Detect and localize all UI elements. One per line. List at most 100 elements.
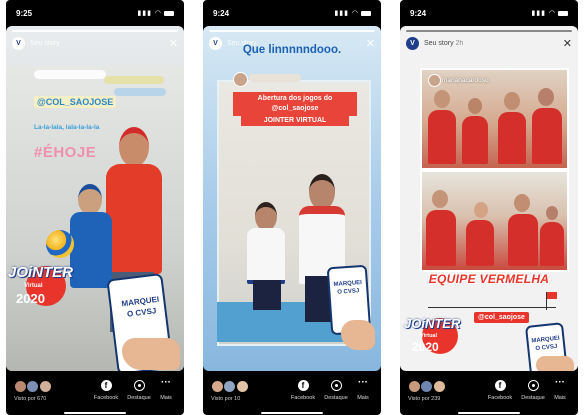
logo-subtitle: Virtual [24,283,43,289]
viewer-avatar [420,380,434,393]
child-head [255,202,277,231]
status-time: 9:24 [213,9,230,18]
highlight-icon [330,380,342,391]
person-red-shirt [428,110,456,164]
viewer-count[interactable]: Visto por 10 [211,396,240,402]
viewer-avatar [26,380,40,393]
mention-sticker[interactable]: @col_saojose [474,312,529,323]
close-icon[interactable]: ✕ [169,37,178,50]
credit-sticker [34,70,106,79]
home-indicator [458,412,520,414]
story-owner-name: Seu story [424,40,454,47]
story-progress-bar [209,30,375,32]
viewer-avatar [14,380,27,393]
story-screen-3: 9:24 ▮▮▮ ◠ V Seu story 2h ✕ marianacardo… [400,0,578,415]
signal-wifi-battery-icons: ▮▮▮ ◠ [137,9,174,17]
volleyball-image [46,230,74,258]
story-content[interactable]: V Seu story ✕ @COL_SAOJOSE La-la-lala, l… [6,26,184,371]
signal-wifi-battery-icons: ▮▮▮ ◠ [531,9,568,17]
logo-subtitle: Virtual [420,333,438,339]
more-label: Mais [357,395,369,401]
viewer-avatar [38,380,52,393]
highlight-button[interactable]: Destaque [513,380,553,401]
logo-title: JOiNTER [8,264,74,281]
battery-icon [558,10,568,16]
jointer-tag-sticker: JOINTER VIRTUAL [241,115,349,126]
hashtag-sticker[interactable]: #ÉHOJE [34,144,96,161]
person-red-shirt [426,210,456,266]
story-screen-1: 9:25 ▮▮▮ ◠ V Seu story ✕ @COL_SAOJOSE La… [6,0,184,415]
story-footer: Visto por 239 f Facebook Destaque ··· Ma… [400,372,578,415]
family-photo-bottom [420,170,569,272]
viewer-avatar [235,380,249,393]
story-progress-bar [12,30,178,32]
close-icon[interactable]: ✕ [563,37,572,50]
person-red-shirt [540,222,564,266]
story-footer: Visto por 10 f Facebook Destaque ··· Mai… [203,372,381,415]
highlight-icon [133,380,145,391]
viewer-avatar [408,380,421,393]
viewer-avatar [211,380,224,393]
person-red-shirt [466,220,494,266]
highlight-label: Destaque [127,395,151,401]
profile-avatar[interactable]: V [12,37,25,50]
facebook-icon: f [100,380,112,391]
highlight-label: Destaque [324,395,348,401]
highlight-icon [527,380,539,391]
opening-tag-sticker[interactable]: Abertura dos jogos do @col_saojose [233,92,357,116]
child-red-shirt [106,164,162,274]
story-owner-label: Seu story 2h [424,40,463,47]
highlight-button[interactable]: Destaque [316,380,356,401]
viewer-avatar [432,380,446,393]
person-head [474,202,488,218]
more-label: Mais [554,395,566,401]
marquei-card-text: MARQUEI O CVSJ [330,279,365,297]
child-pants [253,280,281,310]
story-age: 2h [455,40,464,47]
reposted-user-avatar [428,74,441,87]
child-head [119,127,149,167]
more-icon: ··· [358,377,368,388]
profile-avatar[interactable]: V [406,37,419,50]
story-footer: Visto por 670 f Facebook Destaque ··· Ma… [6,372,184,415]
person-red-shirt [498,112,526,164]
viewer-avatar [223,380,237,393]
child-head [309,174,335,210]
red-flag-icon [547,292,557,299]
person-head [468,98,482,114]
tag-line-2: @col_saojose [271,105,319,112]
more-icon: ··· [161,377,171,388]
viewer-count[interactable]: Visto por 670 [14,396,46,402]
lyrics-sticker: La-la-lala, lala-la-la-la [34,124,100,131]
child-white-shirt [247,228,285,284]
card-line-2: O CVSJ [337,288,360,296]
highlight-button[interactable]: Destaque [119,380,159,401]
jointer-logo: JOiNTER Virtual 2020 [402,308,468,368]
story-content[interactable]: V Seu story ✕ Que linnnnndooo. Abertura … [203,26,381,371]
logo-title: JOiNTER [404,316,461,331]
battery-icon [361,10,371,16]
status-time: 9:25 [16,9,33,18]
child-blue-shirt [70,212,112,288]
facebook-icon: f [494,380,506,391]
person-head [514,194,530,212]
viewer-count[interactable]: Visto por 239 [408,396,440,402]
story-content[interactable]: V Seu story 2h ✕ marianacardoso EQUIPE V… [400,26,578,371]
story-owner-label: Seu story [30,40,60,47]
hand-image [122,338,180,370]
more-button[interactable]: ··· Mais [351,377,375,402]
more-button[interactable]: ··· Mais [548,377,572,402]
person-red-shirt [532,108,562,164]
marquei-card-text: MARQUEI O CVSJ [121,294,161,320]
caption-text: Que linnnnndooo. [242,44,342,56]
mention-sticker[interactable]: @COL_SAOJOSE [34,96,117,108]
hand-image [341,320,375,350]
more-icon: ··· [555,377,565,388]
person-head [546,206,558,220]
story-progress-bar [406,30,572,32]
person-head [504,92,520,110]
child-head [78,184,102,215]
more-button[interactable]: ··· Mais [154,377,178,402]
tag-line-1: Abertura dos jogos do [257,95,333,102]
jointer-logo: JOiNTER Virtual 2020 [8,258,74,318]
